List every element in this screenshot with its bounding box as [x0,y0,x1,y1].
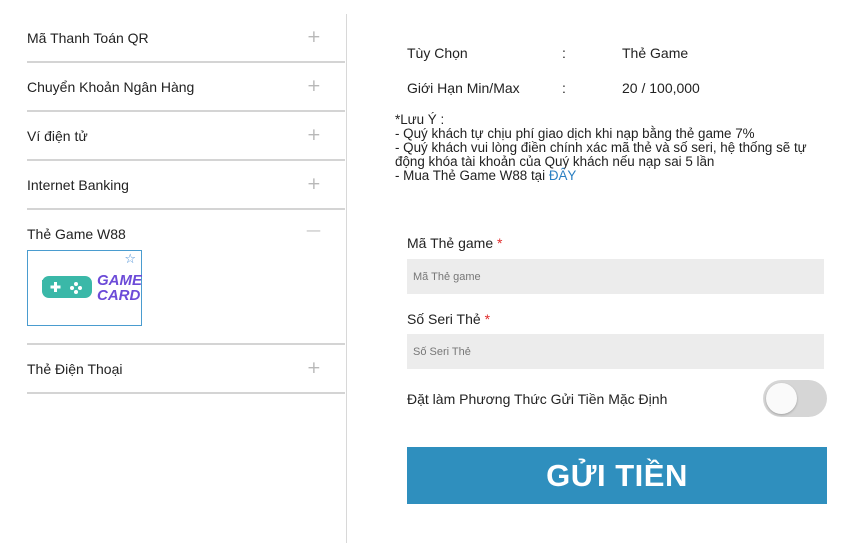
serial-input[interactable] [407,334,824,369]
required-mark: * [497,235,503,251]
notice-accuracy-line: - Quý khách vui lòng điền chính xác mã t… [395,140,807,169]
menu-item-e-wallet[interactable]: Ví điện tử + [27,112,345,161]
limit-value: 20 / 100,000 [622,80,700,96]
menu-item-label: Internet Banking [27,177,129,193]
submit-deposit-button[interactable]: GỬI TIỀN [407,447,827,504]
favorite-star-icon[interactable]: ☆ [124,252,136,267]
minus-icon[interactable]: — [306,222,321,239]
card-code-label: Mã Thẻ game * [407,235,502,251]
menu-item-phone-card[interactable]: Thẻ Điện Thoại + [27,345,345,394]
card-code-input[interactable] [407,259,824,294]
serial-label: Số Seri Thẻ * [407,311,490,327]
option-colon: : [562,45,566,61]
notice-fee-line: - Quý khách tự chịu phí giao dịch khi nạ… [395,126,755,141]
menu-item-label: Thẻ Game W88 [27,226,126,242]
option-value: Thẻ Game [622,45,689,61]
notice-block: *Lưu Ý : - Quý khách tự chịu phí giao dị… [395,113,835,183]
plus-icon[interactable]: + [307,127,321,144]
option-label: Tùy Chọn [407,45,468,61]
game-card-option[interactable]: ☆ GAME CARD [27,250,142,326]
menu-item-label: Chuyển Khoản Ngân Hàng [27,79,195,95]
menu-item-label: Mã Thanh Toán QR [27,30,149,46]
default-method-label: Đặt làm Phương Thức Gửi Tiền Mặc Định [407,391,668,407]
panel-divider [346,14,347,543]
default-method-toggle[interactable] [763,380,827,417]
payment-method-menu: Mã Thanh Toán QR + Chuyển Khoản Ngân Hàn… [27,14,345,394]
plus-icon[interactable]: + [307,360,321,377]
menu-item-game-card[interactable]: Thẻ Game W88 — ☆ GAME CARD [27,210,345,345]
serial-label-text: Số Seri Thẻ [407,311,481,327]
menu-item-bank-transfer[interactable]: Chuyển Khoản Ngân Hàng + [27,63,345,112]
limit-colon: : [562,80,566,96]
svg-text:CARD: CARD [97,287,140,304]
menu-item-internet-banking[interactable]: Internet Banking + [27,161,345,210]
card-code-label-text: Mã Thẻ game [407,235,494,251]
required-mark: * [484,311,491,327]
menu-item-label: Thẻ Điện Thoại [27,361,123,377]
notice-buy-text: - Mua Thẻ Game W88 tại [395,168,549,183]
game-card-logo-icon: GAME CARD [42,272,142,304]
plus-icon[interactable]: + [307,78,321,95]
menu-item-label: Ví điện tử [27,128,88,144]
toggle-knob[interactable] [766,383,797,414]
notice-buy-line: - Mua Thẻ Game W88 tại ĐÂY [395,169,835,183]
limit-label: Giới Hạn Min/Max [407,80,520,96]
menu-item-qr[interactable]: Mã Thanh Toán QR + [27,14,345,63]
plus-icon[interactable]: + [307,29,321,46]
buy-card-link[interactable]: ĐÂY [549,168,577,183]
notice-title: *Lưu Ý : [395,112,445,127]
plus-icon[interactable]: + [307,176,321,193]
